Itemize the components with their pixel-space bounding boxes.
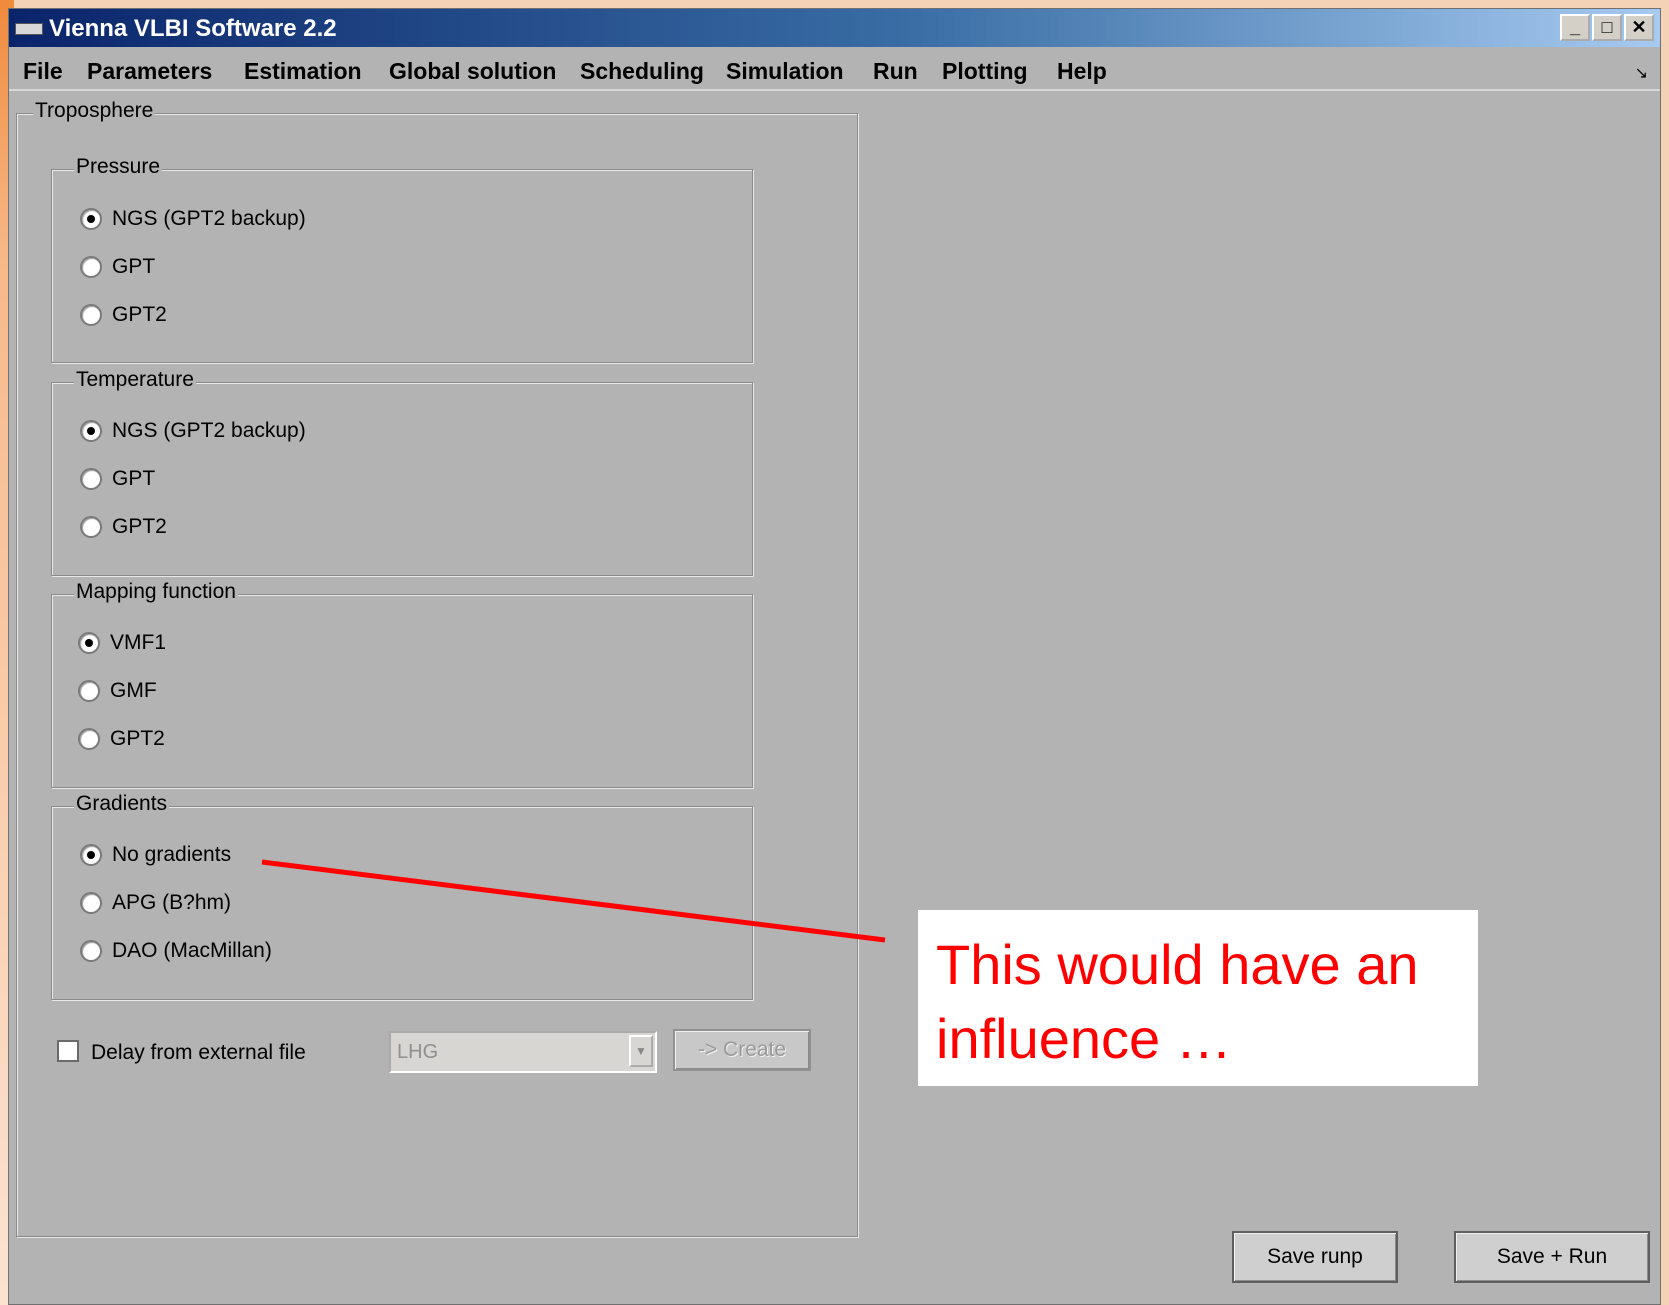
title-bar: Vienna VLBI Software 2.2 _ □ ✕ [9, 9, 1660, 47]
troposphere-panel: Troposphere Pressure NGS (GPT2 backup) G… [16, 99, 858, 1237]
menu-plotting[interactable]: Plotting [942, 58, 1028, 85]
gradients-title: Gradients [74, 792, 170, 816]
option-label: DAO (MacMillan) [112, 939, 272, 962]
radio-button[interactable] [78, 680, 100, 702]
delay-external-checkbox[interactable] [57, 1040, 79, 1062]
gradients-option-apg[interactable]: APG (B?hm) [80, 888, 231, 918]
temperature-group: Temperature NGS (GPT2 backup) GPT GPT2 [51, 368, 753, 576]
pressure-option-ngs[interactable]: NGS (GPT2 backup) [80, 204, 306, 234]
menu-estimation[interactable]: Estimation [244, 58, 362, 85]
delay-source-value: LHG [397, 1041, 439, 1063]
menu-scheduling[interactable]: Scheduling [580, 58, 704, 85]
radio-button[interactable] [80, 516, 102, 538]
option-label: VMF1 [110, 631, 167, 654]
radio-button[interactable] [80, 844, 102, 866]
menu-run[interactable]: Run [873, 58, 918, 85]
delay-external-label: Delay from external file [91, 1041, 306, 1064]
radio-button[interactable] [80, 256, 102, 278]
pressure-group: Pressure NGS (GPT2 backup) GPT GPT2 [51, 155, 753, 363]
temperature-option-gpt2[interactable]: GPT2 [80, 512, 167, 542]
mapping-option-gpt2[interactable]: GPT2 [78, 724, 165, 754]
close-button[interactable]: ✕ [1624, 14, 1654, 41]
app-icon [15, 23, 43, 35]
radio-button[interactable] [80, 208, 102, 230]
mapping-option-vmf1[interactable]: VMF1 [78, 628, 166, 658]
create-button[interactable]: -> Create [673, 1029, 811, 1071]
troposphere-title: Troposphere [33, 99, 156, 123]
pressure-title: Pressure [74, 155, 163, 179]
option-label: GMF [110, 679, 157, 702]
radio-button[interactable] [80, 304, 102, 326]
option-label: GPT2 [112, 515, 167, 538]
radio-button[interactable] [80, 940, 102, 962]
app-window: Vienna VLBI Software 2.2 _ □ ✕ File Parame… [8, 8, 1661, 1305]
menu-parameters[interactable]: Parameters [87, 58, 212, 85]
save-runp-button[interactable]: Save runp [1232, 1231, 1398, 1283]
radio-button[interactable] [78, 728, 100, 750]
option-label: GPT [112, 255, 156, 278]
window-controls: _ □ ✕ [1558, 14, 1654, 41]
pressure-option-gpt2[interactable]: GPT2 [80, 300, 167, 330]
menu-help[interactable]: Help [1057, 58, 1107, 85]
option-label: No gradients [112, 843, 232, 866]
menu-file[interactable]: File [23, 58, 63, 85]
radio-button[interactable] [80, 420, 102, 442]
mapping-function-group: Mapping function VMF1 GMF GPT2 [51, 580, 753, 788]
chevron-down-icon[interactable]: ▼ [629, 1035, 653, 1067]
gradients-option-dao[interactable]: DAO (MacMillan) [80, 936, 272, 966]
option-label: NGS (GPT2 backup) [112, 419, 306, 442]
menu-bar: File Parameters Estimation Global soluti… [9, 49, 1660, 91]
window-title: Vienna VLBI Software 2.2 [49, 15, 337, 42]
save-run-button[interactable]: Save + Run [1454, 1231, 1650, 1283]
menu-dock-icon[interactable]: ↘ [1635, 63, 1648, 83]
minimize-button[interactable]: _ [1560, 14, 1590, 41]
mapping-option-gmf[interactable]: GMF [78, 676, 157, 706]
temperature-option-ngs[interactable]: NGS (GPT2 backup) [80, 416, 306, 446]
option-label: GPT2 [112, 303, 167, 326]
option-label: NGS (GPT2 backup) [112, 207, 306, 230]
menu-global-solution[interactable]: Global solution [389, 58, 556, 85]
gradients-option-none[interactable]: No gradients [80, 840, 231, 870]
callout-text: This would have an influence … [936, 933, 1419, 1070]
menu-simulation[interactable]: Simulation [726, 58, 844, 85]
pressure-option-gpt[interactable]: GPT [80, 252, 155, 282]
radio-button[interactable] [80, 892, 102, 914]
callout-box: This would have an influence … [918, 910, 1478, 1086]
temperature-title: Temperature [74, 368, 196, 392]
radio-button[interactable] [80, 468, 102, 490]
maximize-button[interactable]: □ [1592, 14, 1622, 41]
option-label: GPT [112, 467, 156, 490]
mapping-function-title: Mapping function [74, 580, 238, 604]
radio-button[interactable] [78, 632, 100, 654]
temperature-option-gpt[interactable]: GPT [80, 464, 155, 494]
option-label: GPT2 [110, 727, 165, 750]
gradients-group: Gradients No gradients APG (B?hm) DAO (M… [51, 792, 753, 1000]
delay-source-dropdown[interactable]: LHG ▼ [389, 1031, 657, 1073]
option-label: APG (B?hm) [112, 891, 232, 914]
